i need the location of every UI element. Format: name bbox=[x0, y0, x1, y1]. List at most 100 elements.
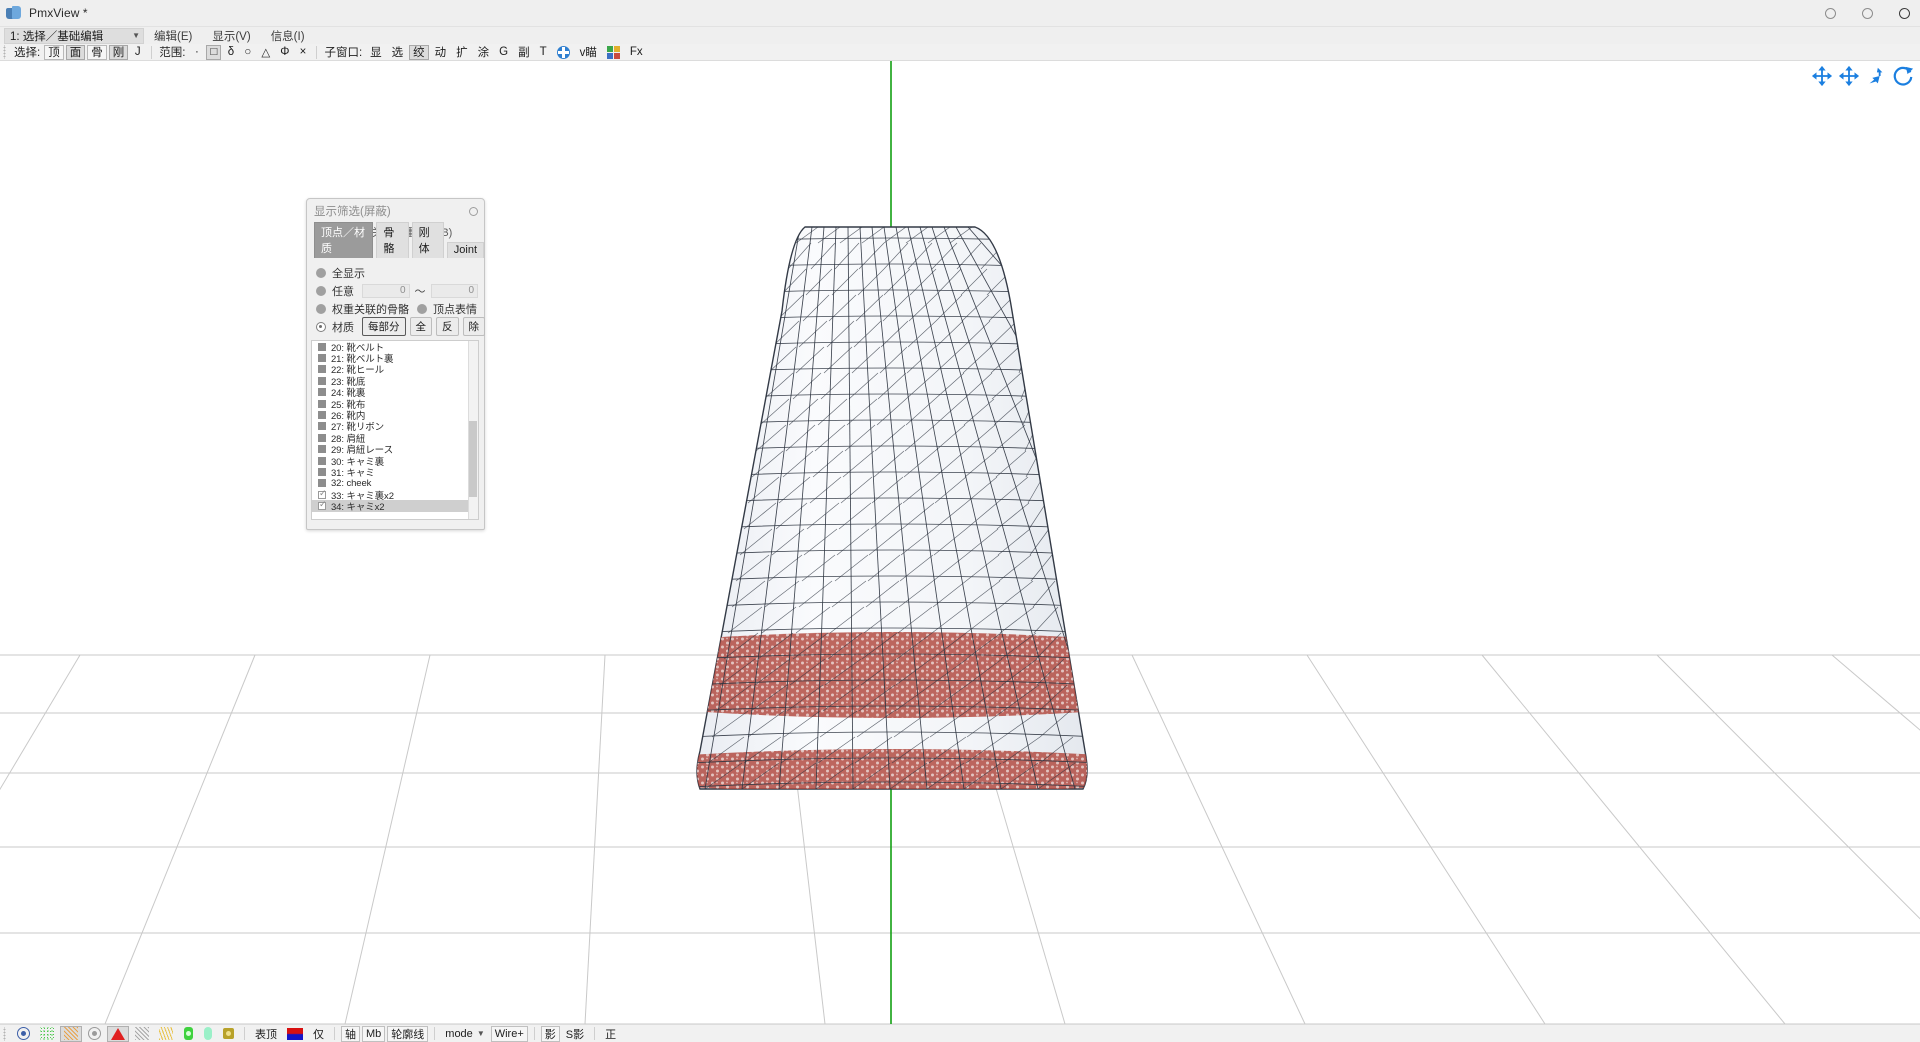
3d-viewport[interactable]: 显示筛选(屏蔽) 编辑(E) 关于权重骨骼(B) 顶点／材质 骨骼 刚体 Joi… bbox=[0, 61, 1920, 1024]
axis-button[interactable]: 轴 bbox=[341, 1025, 360, 1042]
select-vertex-button[interactable]: 顶 bbox=[44, 44, 64, 60]
mb-button[interactable]: Mb bbox=[362, 1025, 386, 1042]
edit-mode-selector[interactable]: 1: 选择／基础编辑 ▼ bbox=[4, 27, 144, 44]
tab-bone[interactable]: 骨骼 bbox=[376, 222, 409, 258]
select-rigidbody-button[interactable]: 刚 bbox=[108, 44, 129, 60]
scrollbar-thumb[interactable] bbox=[469, 421, 477, 497]
tab-vertex-material[interactable]: 顶点／材质 bbox=[314, 222, 374, 258]
edge-gray-icon[interactable] bbox=[131, 1026, 153, 1042]
dialog-title-bar[interactable]: 显示筛选(屏蔽) bbox=[307, 199, 484, 223]
option-show-all[interactable]: 全显示 bbox=[316, 264, 478, 281]
checkbox-unchecked-icon[interactable] bbox=[318, 467, 326, 476]
menu-info[interactable]: 信息(I) bbox=[261, 28, 315, 44]
btn-all[interactable]: 全 bbox=[409, 317, 432, 336]
move-gizmo-icon[interactable] bbox=[1811, 65, 1833, 87]
subwindow-copy-button[interactable]: 副 bbox=[514, 45, 534, 60]
pan-gizmo-icon[interactable] bbox=[1838, 65, 1860, 87]
checkbox-unchecked-icon[interactable] bbox=[318, 433, 326, 442]
zoom-gizmo-icon[interactable] bbox=[1865, 65, 1887, 87]
range-delta-button[interactable]: δ bbox=[223, 45, 238, 60]
range-rect-button[interactable]: □ bbox=[206, 44, 222, 60]
bottombar-grip[interactable] bbox=[2, 1026, 9, 1041]
material-list-item[interactable]: 34: キャミx2 bbox=[312, 500, 478, 513]
maximize-button[interactable] bbox=[1862, 8, 1873, 19]
vertex-point-icon[interactable] bbox=[13, 1026, 34, 1042]
subwindow-t-button[interactable]: T bbox=[536, 45, 551, 60]
menu-edit[interactable]: 编辑(E) bbox=[144, 28, 202, 44]
checkbox-unchecked-icon[interactable] bbox=[318, 479, 326, 488]
rigidbody-icon[interactable] bbox=[199, 1026, 217, 1042]
color-swatch-button[interactable] bbox=[283, 1026, 307, 1042]
checkbox-checked-icon[interactable] bbox=[318, 489, 327, 499]
option-weight-bone-row[interactable]: 权重关联的骨骼 顶点表情 bbox=[316, 300, 478, 317]
checkbox-unchecked-icon[interactable] bbox=[318, 399, 326, 408]
checkbox-unchecked-icon[interactable] bbox=[318, 365, 326, 374]
color-grid-icon[interactable] bbox=[603, 45, 624, 60]
radio-vertex-morph-icon[interactable] bbox=[417, 303, 427, 314]
select-bone-button[interactable]: 骨 bbox=[87, 44, 107, 60]
tab-joint[interactable]: Joint bbox=[446, 242, 485, 258]
minimize-button[interactable] bbox=[1825, 8, 1836, 19]
edge-yellow-icon[interactable] bbox=[155, 1026, 177, 1042]
shadow-button[interactable]: 影 bbox=[540, 1025, 560, 1042]
checkbox-unchecked-icon[interactable] bbox=[318, 388, 326, 397]
material-list[interactable]: 20: 靴ベルト 21: 靴ベルト裏 22: 靴ヒール 23: 靴底 24: 靴裏 25:… bbox=[311, 340, 479, 520]
wire-button[interactable]: Wire+ bbox=[490, 1025, 528, 1042]
checkbox-unchecked-icon[interactable] bbox=[318, 411, 326, 420]
subwindow-paint-button[interactable]: 涂 bbox=[474, 45, 494, 60]
btn-each-part[interactable]: 每部分 bbox=[362, 317, 406, 336]
joint-icon[interactable] bbox=[219, 1026, 238, 1042]
radio-any-icon[interactable] bbox=[316, 285, 326, 296]
face-triangle-icon[interactable] bbox=[107, 1025, 129, 1042]
checkbox-unchecked-icon[interactable] bbox=[318, 445, 326, 454]
range-from-input[interactable]: 0 bbox=[362, 283, 410, 298]
range-circle-button[interactable]: ○ bbox=[240, 45, 255, 60]
vertex-cloud-icon[interactable] bbox=[36, 1026, 58, 1042]
checkbox-unchecked-icon[interactable] bbox=[318, 456, 326, 465]
range-cross-button[interactable]: × bbox=[295, 45, 310, 60]
close-circle-icon[interactable] bbox=[469, 206, 478, 216]
menu-view[interactable]: 显示(V) bbox=[202, 28, 260, 44]
subwindow-show-button[interactable]: 显 bbox=[366, 45, 386, 60]
fx-button[interactable]: Fx bbox=[626, 45, 647, 60]
outline-button[interactable]: 轮廓线 bbox=[387, 1025, 429, 1042]
select-face-button[interactable]: 面 bbox=[65, 44, 86, 60]
subwindow-select-button[interactable]: 选 bbox=[388, 45, 408, 60]
only-button[interactable]: 仅 bbox=[309, 1026, 328, 1042]
radio-weight-bone-icon[interactable] bbox=[316, 303, 326, 314]
front-view-button[interactable]: 正 bbox=[601, 1026, 620, 1042]
checkbox-checked-icon[interactable] bbox=[318, 500, 327, 511]
material-list-scrollbar[interactable] bbox=[468, 341, 478, 519]
range-triangle-button[interactable]: △ bbox=[257, 45, 274, 60]
subwindow-g-button[interactable]: G bbox=[495, 45, 512, 60]
surface-vertex-button[interactable]: 表顶 bbox=[251, 1026, 281, 1042]
face-hatch-icon[interactable] bbox=[60, 1025, 82, 1042]
subwindow-weight-button[interactable]: 绞 bbox=[409, 44, 429, 60]
option-any[interactable]: 任意 0 ～ 0 bbox=[316, 282, 478, 299]
subwindow-expand-button[interactable]: 扩 bbox=[452, 45, 472, 60]
tab-rigidbody[interactable]: 刚体 bbox=[411, 222, 444, 258]
vcam-button[interactable]: v瞄 bbox=[576, 45, 601, 60]
material-list-item[interactable]: 31: キャミ bbox=[312, 466, 478, 479]
range-to-input[interactable]: 0 bbox=[430, 283, 478, 298]
subwindow-anim-button[interactable]: 动 bbox=[431, 45, 451, 60]
rotate-gizmo-icon[interactable] bbox=[1892, 65, 1914, 87]
btn-clear[interactable]: 除 bbox=[462, 317, 485, 336]
select-joint-button[interactable]: J bbox=[130, 45, 145, 60]
radio-material-icon[interactable] bbox=[316, 321, 326, 332]
range-phi-button[interactable]: Φ bbox=[276, 45, 293, 60]
btn-invert[interactable]: 反 bbox=[436, 317, 459, 336]
radio-show-all-icon[interactable] bbox=[316, 267, 326, 278]
axis-cross-icon[interactable] bbox=[553, 45, 574, 60]
checkbox-unchecked-icon[interactable] bbox=[318, 342, 326, 351]
checkbox-unchecked-icon[interactable] bbox=[318, 354, 326, 363]
option-material-row[interactable]: 材质 每部分 全 反 除 bbox=[316, 317, 485, 336]
checkbox-unchecked-icon[interactable] bbox=[318, 376, 326, 385]
close-button[interactable] bbox=[1899, 8, 1910, 19]
toolbar-grip[interactable] bbox=[2, 45, 9, 59]
bone-icon[interactable] bbox=[179, 1026, 197, 1042]
point-gray-icon[interactable] bbox=[84, 1026, 105, 1042]
checkbox-unchecked-icon[interactable] bbox=[318, 422, 326, 431]
self-shadow-button[interactable]: S影 bbox=[562, 1026, 588, 1042]
mode-dropdown[interactable]: mode ▼ bbox=[441, 1026, 488, 1042]
